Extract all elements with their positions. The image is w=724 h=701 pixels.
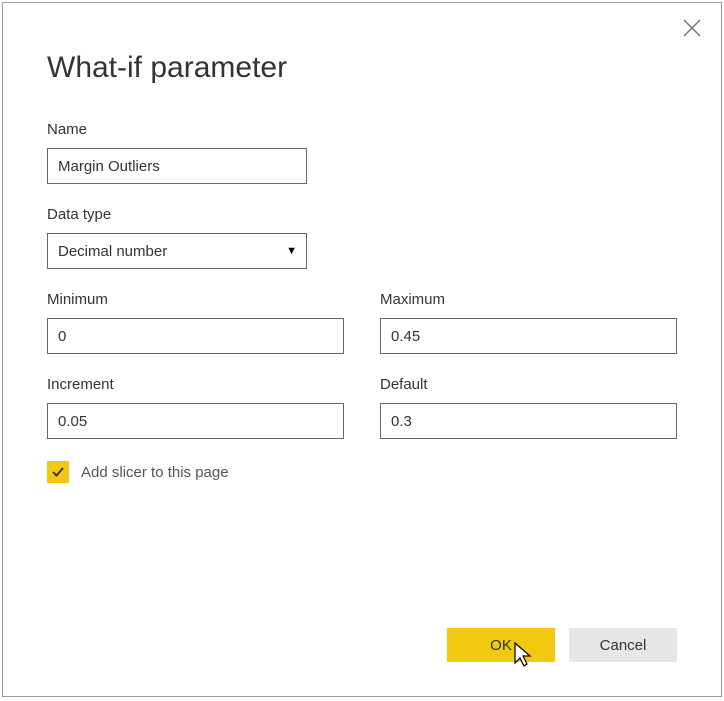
maximum-input[interactable] [380,318,677,354]
add-slicer-checkbox[interactable] [47,461,69,483]
dialog-buttons: OK Cancel [447,628,677,662]
name-field-group: Name [47,121,307,184]
datatype-selected-value: Decimal number [47,233,307,269]
minimum-input[interactable] [47,318,344,354]
datatype-field-group: Data type Decimal number ▼ [47,206,307,269]
ok-button[interactable]: OK [447,628,555,662]
increment-input[interactable] [47,403,344,439]
dialog-title: What-if parameter [3,3,721,85]
minimum-label: Minimum [47,291,344,308]
datatype-select[interactable]: Decimal number ▼ [47,233,307,269]
cancel-button[interactable]: Cancel [569,628,677,662]
add-slicer-checkbox-row: Add slicer to this page [47,461,677,483]
default-field-group: Default [380,376,677,439]
default-input[interactable] [380,403,677,439]
close-icon[interactable] [683,19,701,41]
add-slicer-label: Add slicer to this page [81,464,229,481]
checkmark-icon [51,465,65,479]
form-area: Name Data type Decimal number ▼ Minimum … [3,85,721,483]
minimum-field-group: Minimum [47,291,344,354]
increment-field-group: Increment [47,376,344,439]
default-label: Default [380,376,677,393]
name-input[interactable] [47,148,307,184]
name-label: Name [47,121,307,138]
maximum-field-group: Maximum [380,291,677,354]
datatype-label: Data type [47,206,307,223]
whatif-parameter-dialog: What-if parameter Name Data type Decimal… [2,2,722,697]
increment-label: Increment [47,376,344,393]
maximum-label: Maximum [380,291,677,308]
